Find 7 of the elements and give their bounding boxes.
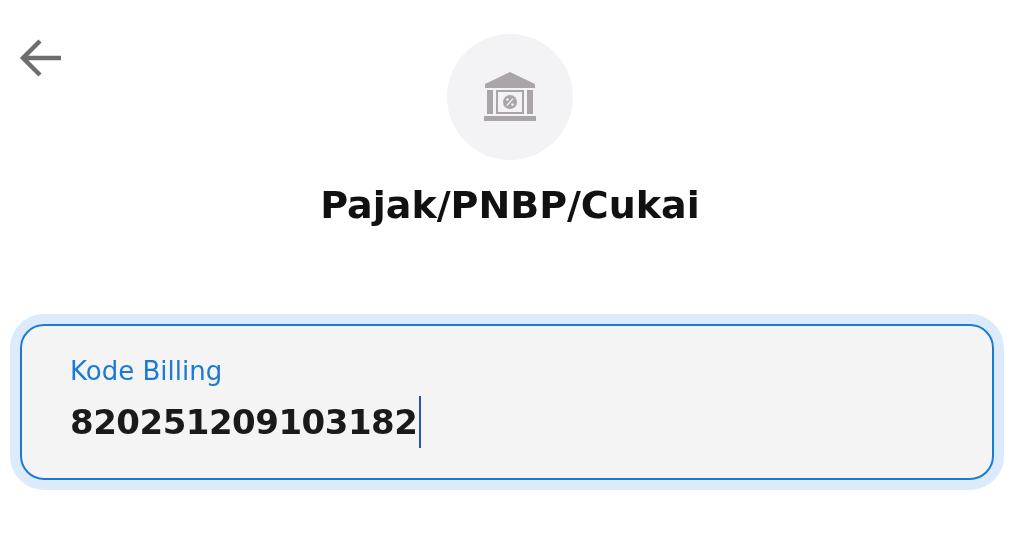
field-label: Kode Billing (70, 355, 223, 388)
input-field[interactable]: Kode Billing 820251209103182 (20, 324, 994, 480)
page-title: Pajak/PNBP/Cukai (320, 182, 700, 228)
bank-building-icon (483, 72, 537, 122)
back-arrow-icon[interactable] (19, 38, 63, 78)
text-cursor (419, 396, 422, 448)
field-value: 820251209103182 (70, 401, 418, 444)
